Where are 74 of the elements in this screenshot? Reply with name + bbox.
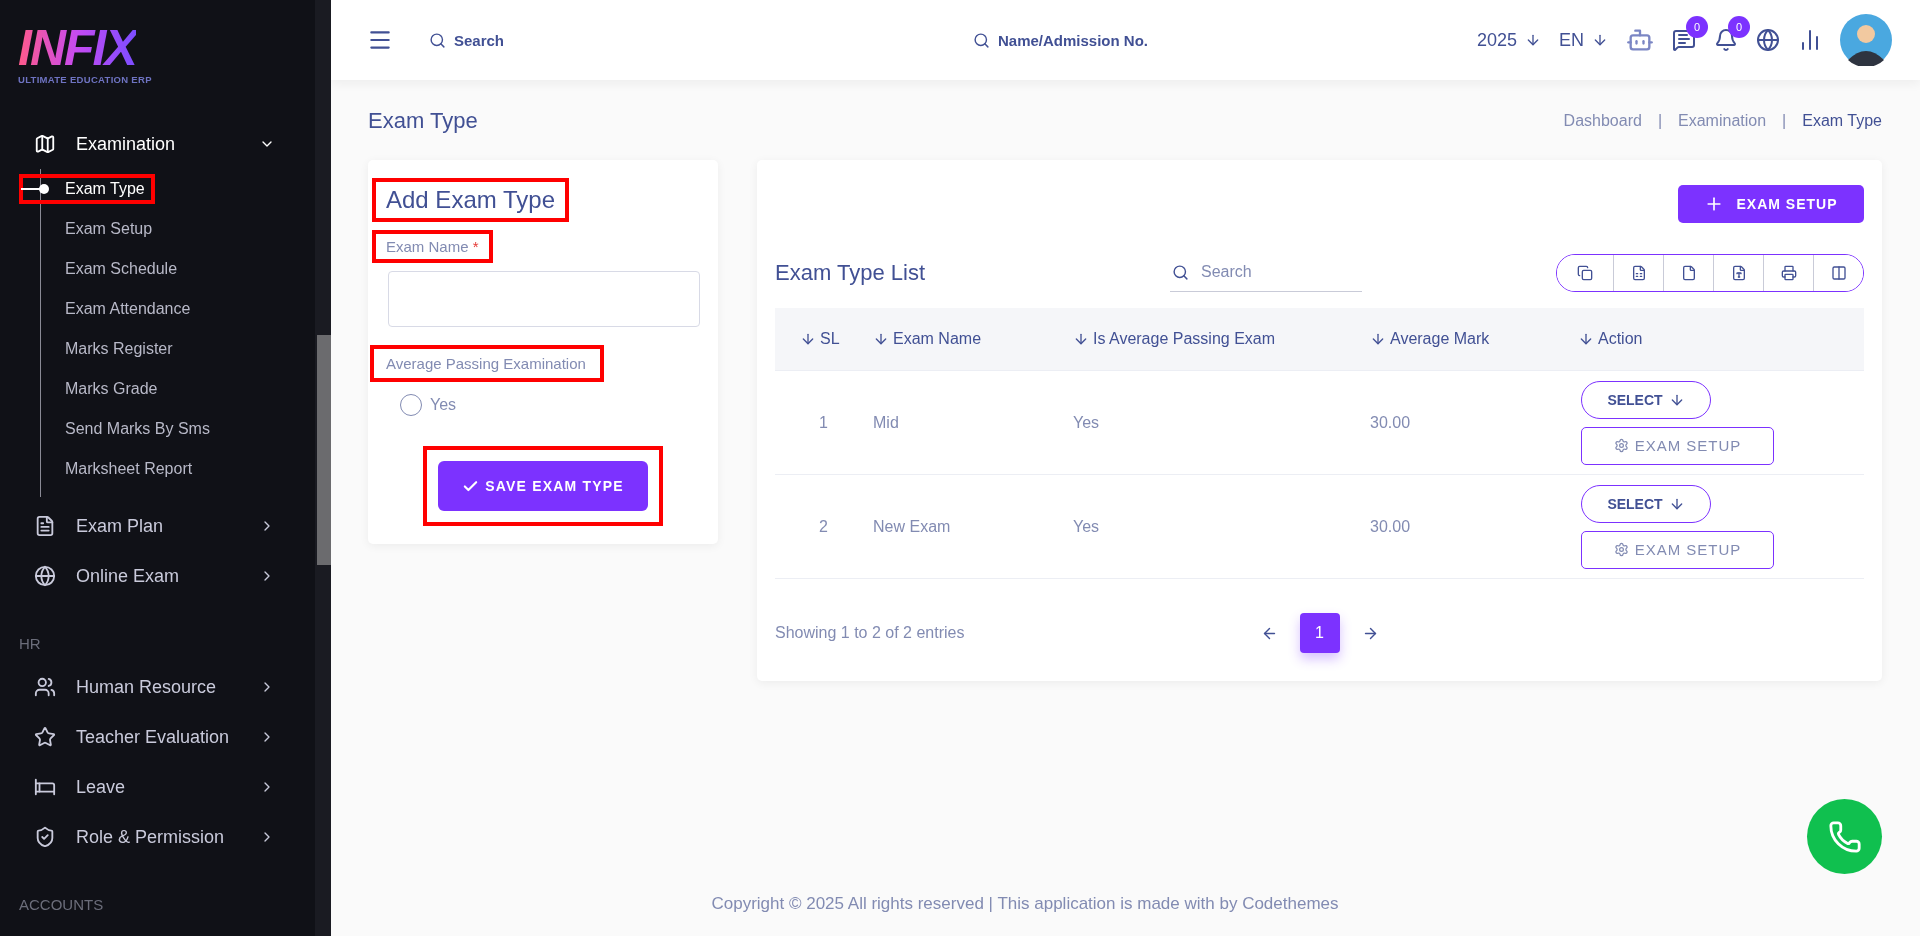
table-cell-text: Yes — [1072, 517, 1101, 536]
table-cell-text: New Exam — [872, 517, 952, 536]
submenu-item[interactable]: Exam Schedule — [23, 258, 184, 280]
breadcrumb-link[interactable]: Exam Type — [1802, 112, 1882, 130]
page-button[interactable]: 1 — [1299, 613, 1340, 653]
table-cell-text: 30.00 — [1369, 517, 1412, 536]
logo-tagline: ULTIMATE EDUCATION ERP — [18, 74, 153, 85]
sidebar-item[interactable]: Examination — [0, 119, 315, 169]
sidebar-section-heading: HR — [18, 635, 42, 652]
submenu-item[interactable]: Marks Register — [23, 338, 179, 360]
exam-setup-button[interactable]: EXAM SETUP — [1678, 185, 1864, 223]
spreadsheet-icon — [1630, 264, 1647, 281]
sort-arrow-icon — [800, 331, 816, 347]
sidebar-item[interactable]: Online Exam — [0, 551, 315, 601]
breadcrumb-separator: | — [1782, 112, 1787, 130]
phone-icon — [1827, 819, 1862, 854]
form-title: Add Exam Type — [385, 185, 556, 215]
submenu-item[interactable]: Send Marks By Sms — [23, 418, 216, 440]
breadcrumb-separator: | — [1657, 112, 1663, 130]
search-field[interactable]: Search — [452, 30, 696, 50]
save-button[interactable]: SAVE EXAM TYPE — [438, 461, 648, 511]
document-icon — [1680, 264, 1697, 281]
column-header[interactable]: Is Average Passing Exam — [1065, 330, 1362, 348]
page-title: Exam Type — [368, 108, 478, 134]
export-button[interactable] — [1813, 254, 1863, 291]
table-cell-text: 30.00 — [1369, 413, 1412, 432]
column-header[interactable]: Action — [1570, 330, 1864, 348]
submenu-item[interactable]: Marksheet Report — [23, 458, 199, 480]
chat-badge: 0 — [1686, 16, 1708, 38]
column-header[interactable]: Exam Name — [865, 330, 1065, 348]
chat-icon[interactable] — [1672, 28, 1696, 52]
table-cell-text: Mid — [872, 413, 900, 432]
sidebar-item[interactable]: Human Resource — [0, 662, 315, 712]
arrow-down-icon — [1525, 32, 1541, 48]
search-icon — [972, 31, 990, 49]
select-button[interactable]: SELECT — [1581, 484, 1711, 523]
sort-arrow-icon — [873, 331, 889, 347]
columns-icon — [1830, 264, 1847, 281]
print-icon — [1780, 264, 1797, 281]
select-button[interactable]: SELECT — [1581, 380, 1711, 419]
search-icon — [1172, 263, 1189, 281]
submenu-item[interactable]: Marks Grade — [23, 378, 164, 400]
year-selector[interactable]: 2025 — [1476, 29, 1541, 51]
copyright-text: Copyright © 2025 All rights reserved | This application is made with by Codethemes — [710, 894, 1340, 915]
table-cell-text: Yes — [1072, 413, 1101, 432]
settings-icon — [1613, 542, 1629, 557]
notification-badge: 0 — [1728, 16, 1750, 38]
sidebar-section-heading: ACCOUNTS — [18, 896, 105, 913]
language-selector[interactable]: EN — [1559, 29, 1608, 51]
list-title: Exam Type List — [775, 259, 926, 286]
copy-icon — [1577, 264, 1593, 281]
column-header[interactable]: SL — [775, 330, 865, 348]
sidebar-item[interactable]: Leave — [0, 762, 315, 812]
settings-icon — [1613, 438, 1629, 453]
table-cell-text: 1 — [818, 413, 829, 432]
bell-icon[interactable] — [1714, 28, 1738, 52]
field-label: Exam Name * — [385, 237, 480, 257]
file-icon — [1730, 264, 1747, 281]
exam-name-field[interactable] — [388, 271, 700, 327]
search-icon — [429, 31, 446, 49]
scrollbar[interactable] — [315, 0, 331, 936]
field-label: Average Passing Examination — [385, 354, 587, 374]
sidebar-item[interactable]: Teacher Evaluation — [0, 712, 315, 762]
globe-icon[interactable] — [1756, 28, 1780, 52]
submenu-item[interactable]: Exam Type — [23, 178, 151, 200]
sidebar-item[interactable]: Exam Plan — [0, 501, 315, 551]
submenu-item[interactable]: Exam Attendance — [23, 298, 197, 320]
avatar-icon[interactable] — [1840, 14, 1892, 66]
submenu-item[interactable]: Exam Setup — [23, 218, 159, 240]
table-cell-text: 2 — [818, 517, 829, 536]
student-search-field[interactable]: Name/Admission No. — [995, 30, 1200, 50]
sidebar-item[interactable]: Role & Permission — [0, 812, 315, 862]
entries-summary: Showing 1 to 2 of 2 entries — [775, 624, 966, 642]
column-header[interactable]: Average Mark — [1362, 330, 1570, 348]
